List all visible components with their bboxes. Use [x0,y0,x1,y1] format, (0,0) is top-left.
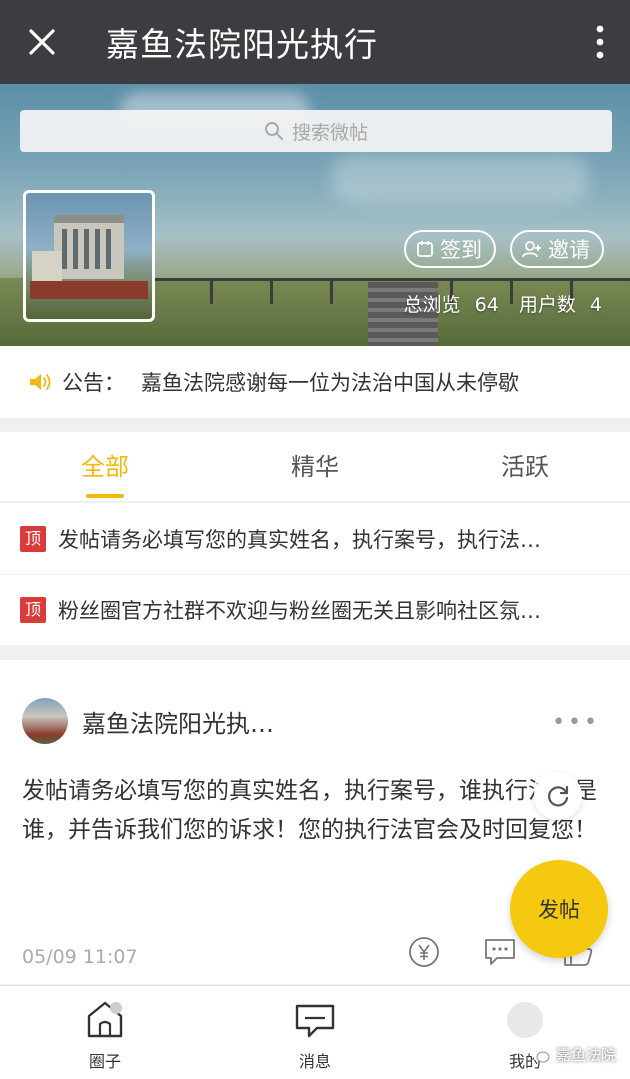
circle-stats: 总浏览 64 用户数 4 [404,290,602,317]
reward-button[interactable] [406,934,442,970]
circle-avatar[interactable] [23,190,155,322]
announcement-text: 嘉鱼法院感谢每一位为法治中国从未停歇 [141,371,519,395]
hero-cloud [330,154,590,204]
more-vertical-icon [596,25,604,59]
wechat-icon [530,1047,550,1062]
search-placeholder: 搜索微帖 [291,121,368,144]
author-avatar[interactable] [22,698,68,744]
message-icon [295,1004,335,1038]
announcement-bar[interactable]: 公告： 嘉鱼法院感谢每一位为法治中国从未停歇 [0,346,630,418]
pinned-title: 发帖请务必填写您的真实姓名，执行案号，执行法… [58,527,541,552]
pinned-item[interactable]: 顶 粉丝圈官方社群不欢迎与粉丝圈无关且影响社区氛… [0,575,630,645]
tab-all[interactable]: 全部 [0,432,210,501]
users-label: 用户数 [518,294,576,316]
post-author[interactable]: 嘉鱼法院阳光执… [82,704,274,739]
feed-tabs: 全部 精华 活跃 [0,432,630,502]
post-more-button[interactable]: ••• [552,710,600,735]
refresh-icon [548,785,569,807]
comment-button[interactable] [482,934,518,970]
pinned-item[interactable]: 顶 发帖请务必填写您的真实姓名，执行案号，执行法… [0,503,630,575]
post-body: 发帖请务必填写您的真实姓名，执行案号，谁执行法官是谁，并告诉我们您的诉求！您的执… [22,778,597,843]
users-count: 4 [589,294,602,316]
yen-coin-icon [409,937,439,967]
more-menu-button[interactable] [570,0,630,84]
views-label: 总浏览 [403,294,461,316]
pin-badge: 顶 [20,597,46,623]
close-icon [29,29,55,55]
calendar-icon [417,241,433,257]
tab-active[interactable]: 活跃 [420,432,630,501]
pin-badge: 顶 [20,525,46,552]
search-icon [264,122,283,140]
hero-banner: 搜索微帖 签到 邀请 总浏览 64 用户数 4 [0,84,630,346]
watermark-text: 嘉鱼法院 [555,1046,616,1064]
watermark: 嘉鱼法院 [530,1044,616,1065]
post-time: 05/09 11:07 [22,946,138,968]
invite-button[interactable]: 邀请 [510,230,604,268]
comment-icon [485,939,515,965]
checkin-label: 签到 [440,238,482,262]
title-bar: 嘉鱼法院阳光执行 [0,0,630,84]
close-button[interactable] [0,0,84,84]
announcement-label: 公告： [62,371,125,395]
nav-item-messages[interactable]: 消息 [210,986,420,1079]
new-post-button[interactable]: 发帖 [510,860,608,958]
nav-label: 圈子 [88,1052,121,1071]
profile-icon [507,1002,543,1038]
home-icon [87,1001,123,1038]
refresh-button[interactable] [534,772,582,820]
tab-featured[interactable]: 精华 [210,432,420,501]
speaker-icon [30,374,51,390]
add-user-icon [522,241,541,258]
post-header: 嘉鱼法院阳光执… [22,698,274,744]
nav-label: 消息 [298,1052,331,1071]
pinned-list: 顶 发帖请务必填写您的真实姓名，执行案号，执行法… 顶 粉丝圈官方社群不欢迎与粉… [0,503,630,645]
nav-item-profile[interactable]: 我的 [420,986,630,1079]
nav-item-circle[interactable]: 圈子 [0,986,210,1079]
pinned-title: 粉丝圈官方社群不欢迎与粉丝圈无关且影响社区氛… [58,599,541,623]
search-bar[interactable]: 搜索微帖 [20,110,612,152]
window-title: 嘉鱼法院阳光执行 [106,25,378,64]
invite-label: 邀请 [548,238,590,262]
views-count: 64 [474,294,499,316]
checkin-button[interactable]: 签到 [404,230,496,268]
